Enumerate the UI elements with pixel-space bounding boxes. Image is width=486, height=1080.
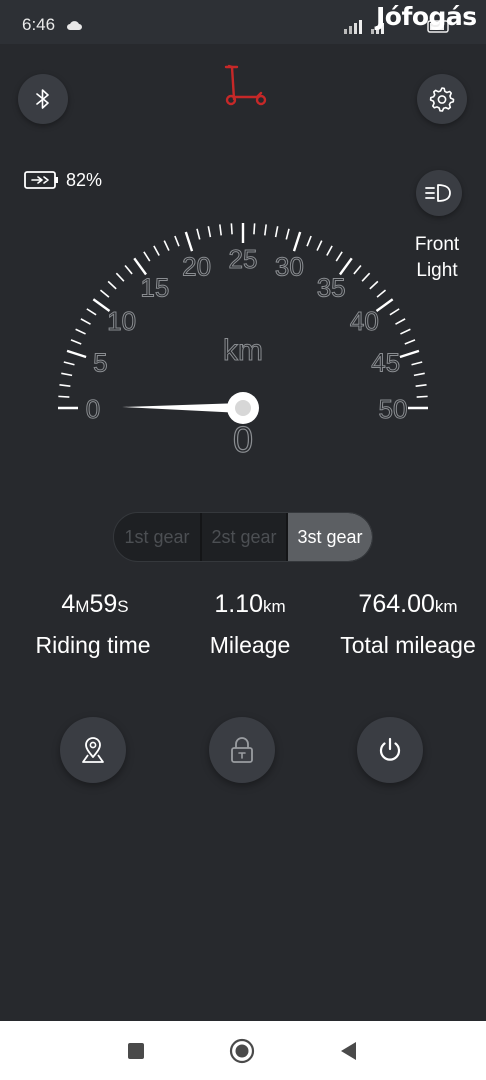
- nav-back-icon[interactable]: [338, 1040, 360, 1062]
- gauge-minor-tick: [369, 280, 379, 290]
- gauge-minor-tick: [59, 384, 71, 387]
- gauge-minor-tick: [376, 289, 387, 298]
- gauge-minor-tick: [63, 361, 75, 366]
- gauge-minor-tick: [153, 245, 160, 256]
- gauge-minor-tick: [230, 223, 233, 235]
- power-icon: [379, 737, 401, 761]
- settings-button[interactable]: [417, 74, 467, 124]
- gauge-minor-tick: [86, 308, 97, 316]
- bluetooth-icon: [36, 89, 49, 109]
- power-button[interactable]: [357, 717, 423, 783]
- mileage-number: 1.10: [214, 590, 263, 618]
- gauge-minor-tick: [107, 280, 117, 290]
- gauge-minor-tick: [264, 224, 267, 236]
- gauge-minor-tick: [99, 289, 110, 298]
- gauge-minor-tick: [316, 240, 323, 251]
- gear-icon: [429, 87, 455, 112]
- gauge-minor-tick: [253, 223, 256, 235]
- gauge-tick-label: 35: [317, 273, 346, 303]
- total-mileage-unit: km: [434, 597, 458, 616]
- gauge-minor-tick: [70, 339, 82, 345]
- bluetooth-button[interactable]: [18, 74, 68, 124]
- gauge-minor-tick: [361, 272, 371, 282]
- gauge-tick-label: 15: [140, 273, 169, 303]
- gauge-minor-tick: [389, 308, 400, 316]
- gauge-tick-label: 50: [379, 394, 408, 424]
- gauge-minor-tick: [124, 264, 133, 275]
- brand-watermark: Jófogás: [376, 2, 477, 31]
- gear-option-2[interactable]: 2st gear: [199, 513, 286, 561]
- gauge-minor-tick: [335, 251, 343, 262]
- riding-time-value: 4M59S: [40, 590, 150, 619]
- gauge-minor-tick: [115, 272, 125, 282]
- gauge-tick-label: 25: [229, 244, 258, 274]
- lock-button[interactable]: [209, 717, 275, 783]
- gauge-minor-tick: [274, 226, 279, 238]
- gauge-minor-tick: [219, 224, 222, 236]
- gauge-tick-label: 5: [93, 348, 107, 378]
- gauge-minor-tick: [413, 372, 425, 377]
- mileage-label: Mileage: [209, 632, 291, 658]
- gauge-minor-tick: [58, 395, 70, 398]
- gauge-minor-tick: [411, 361, 423, 366]
- nav-square-icon[interactable]: [126, 1041, 146, 1061]
- riding-time-minutes-unit: M: [75, 597, 90, 616]
- gauge-tick-label: 0: [86, 394, 100, 424]
- gauge-major-tick: [66, 349, 87, 359]
- gauge-minor-tick: [285, 228, 290, 240]
- map-pin-icon: [82, 737, 104, 763]
- gauge-major-tick: [184, 231, 194, 252]
- mileage-unit: km: [263, 597, 286, 616]
- gauge-minor-tick: [353, 264, 362, 275]
- gauge-tick-label: 45: [371, 348, 400, 378]
- speedometer-gauge: 0 51015 20 25 30 3540 45 50 km 0: [58, 223, 428, 461]
- gauge-minor-tick: [163, 240, 170, 251]
- gauge-major-tick: [375, 298, 394, 312]
- location-button[interactable]: [60, 717, 126, 783]
- total-mileage-label: Total mileage: [340, 632, 476, 658]
- gauge-minor-tick: [207, 226, 212, 238]
- gear-selector: 1st gear 2st gear 3st gear: [113, 512, 373, 562]
- speed-needle: [122, 403, 242, 413]
- mileage-value: 1.10km: [190, 590, 310, 619]
- cloud-icon: [67, 21, 82, 30]
- gauge-minor-tick: [80, 318, 91, 325]
- gauge-minor-tick: [306, 235, 312, 247]
- riding-time-seconds-unit: S: [117, 597, 129, 616]
- battery-percent: 82%: [66, 170, 103, 190]
- riding-time-seconds: 59: [89, 590, 118, 618]
- current-speed: 0: [233, 419, 253, 460]
- gauge-major-tick: [399, 349, 420, 359]
- scooter-icon: [224, 64, 267, 106]
- gauge-minor-tick: [404, 339, 416, 345]
- gauge-tick-label: 10: [107, 306, 136, 336]
- gauge-major-tick: [292, 231, 302, 252]
- lock-icon: [231, 737, 253, 763]
- total-mileage-value: 764.00km: [330, 590, 486, 619]
- nav-circle-icon[interactable]: [229, 1038, 255, 1064]
- gauge-tick-label: 40: [350, 306, 379, 336]
- gauge-minor-tick: [196, 228, 201, 240]
- speed-unit: km: [223, 334, 263, 367]
- gear-option-3[interactable]: 3st gear: [285, 513, 372, 561]
- total-mileage-number: 764.00: [358, 590, 435, 618]
- gauge-minor-tick: [416, 395, 428, 398]
- status-time: 6:46: [22, 15, 56, 34]
- gauge-minor-tick: [143, 251, 151, 262]
- gear-option-1[interactable]: 1st gear: [114, 513, 200, 561]
- gauge-minor-tick: [174, 235, 180, 247]
- gauge-minor-tick: [326, 245, 333, 256]
- riding-time-minutes: 4: [61, 590, 76, 618]
- gauge-minor-tick: [395, 318, 406, 325]
- battery-charging-icon: [24, 171, 58, 189]
- gauge-minor-tick: [75, 328, 86, 335]
- gauge-minor-tick: [415, 384, 427, 387]
- gauge-minor-tick: [61, 372, 73, 377]
- gauge-minor-tick: [400, 328, 411, 335]
- riding-time-label: Riding time: [35, 632, 151, 658]
- system-nav-bar: [0, 1021, 486, 1080]
- gauge-tick-label: 20: [182, 251, 211, 281]
- gauge-tick-label: 30: [275, 251, 304, 281]
